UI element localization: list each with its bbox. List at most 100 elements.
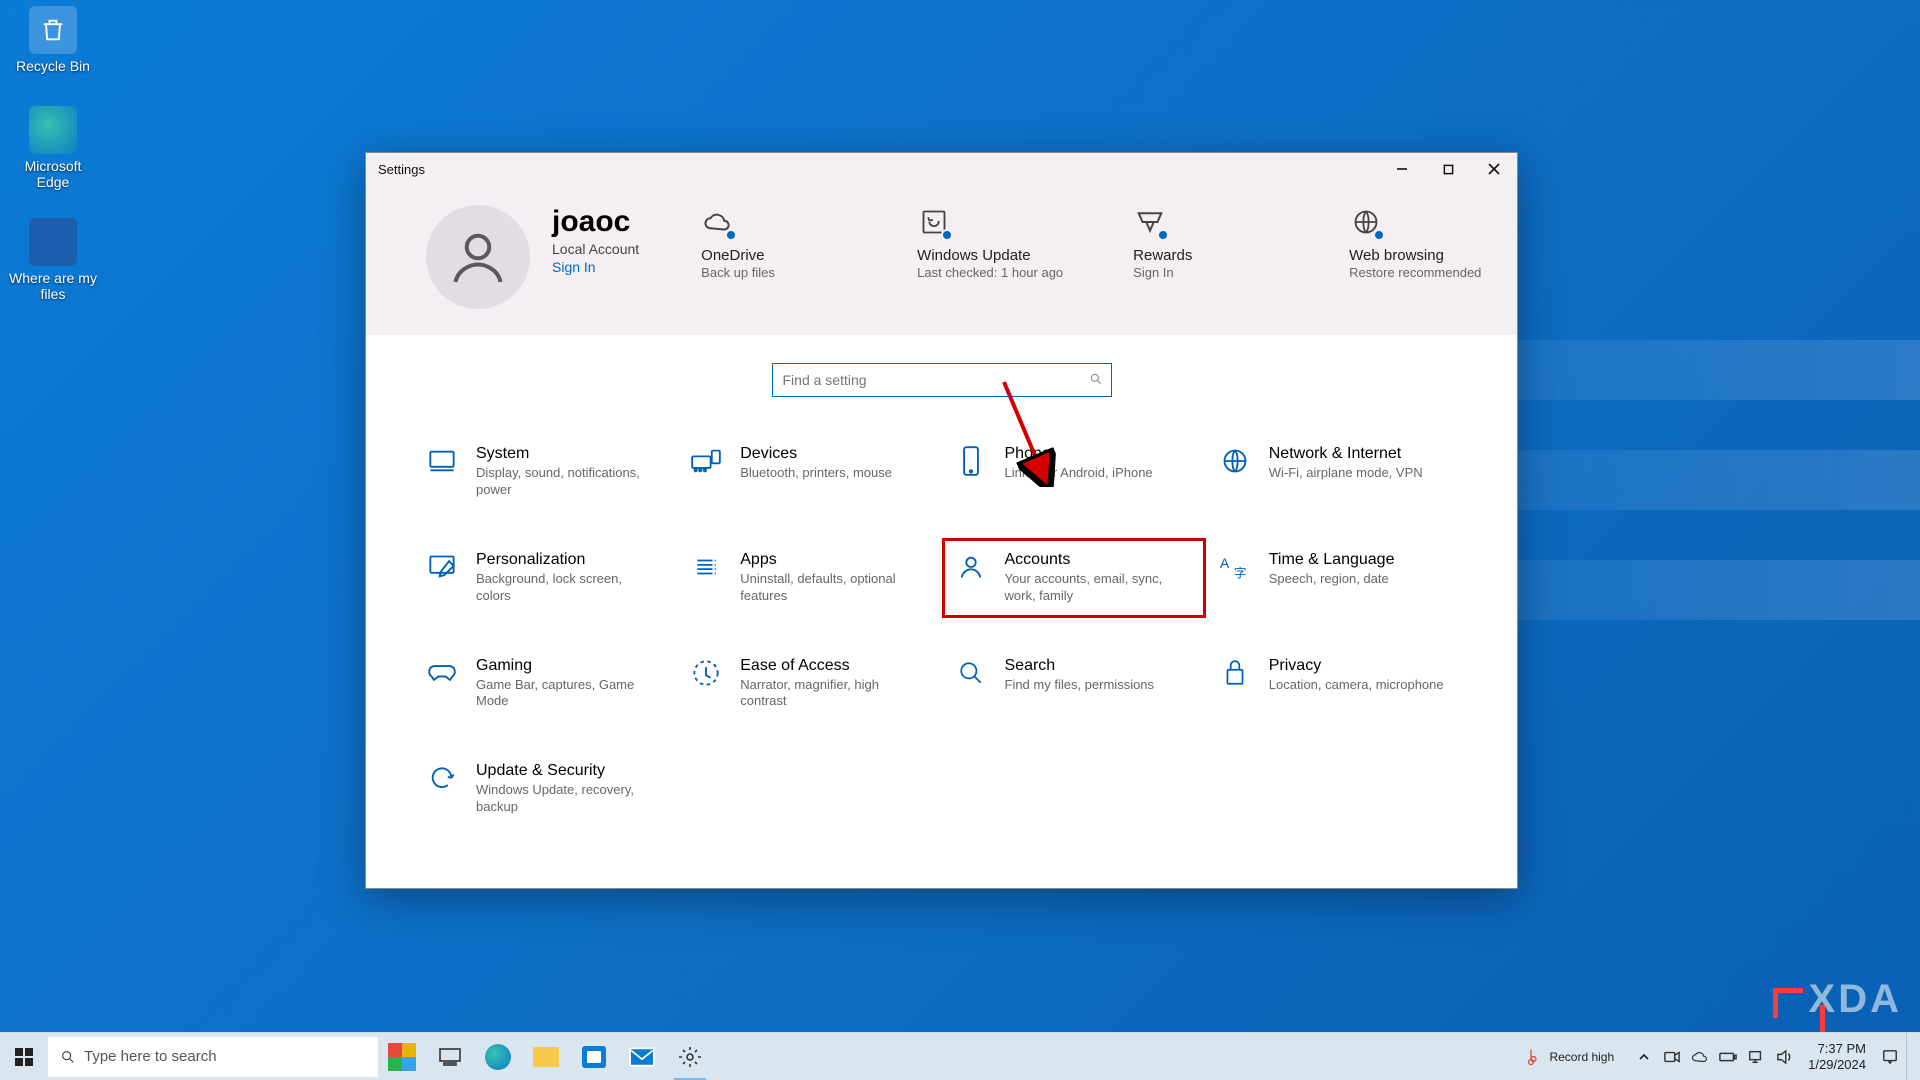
settings-categories: SystemDisplay, sound, notifications, pow…: [422, 441, 1461, 820]
desktop-icon-label: Where are my files: [8, 270, 98, 302]
taskbar-item-store[interactable]: [570, 1033, 618, 1080]
desktop-icon-microsoft-edge[interactable]: Microsoft Edge: [8, 106, 98, 190]
windows-icon: [15, 1048, 33, 1066]
devices-icon: [690, 445, 722, 477]
titlebar[interactable]: Settings: [366, 153, 1517, 185]
globe-icon: [1349, 205, 1383, 239]
svg-text:字: 字: [1234, 566, 1247, 580]
clock-date: 1/29/2024: [1808, 1057, 1866, 1073]
tray-onedrive-icon[interactable]: [1688, 1033, 1712, 1080]
category-gaming[interactable]: GamingGame Bar, captures, Game Mode: [422, 653, 668, 715]
show-desktop-button[interactable]: [1906, 1033, 1914, 1080]
category-title: Devices: [740, 445, 892, 463]
sign-in-link[interactable]: Sign In: [552, 259, 639, 275]
status-card-onedrive[interactable]: OneDrive Back up files: [701, 205, 861, 281]
globe-icon: [1219, 445, 1251, 477]
tray-chevron-up-icon[interactable]: [1632, 1033, 1656, 1080]
user-name: joaoc: [552, 205, 639, 239]
category-search[interactable]: SearchFind my files, permissions: [951, 653, 1197, 715]
taskbar-search[interactable]: Type here to search: [48, 1037, 378, 1077]
category-personalization[interactable]: PersonalizationBackground, lock screen, …: [422, 547, 668, 609]
taskbar-item-mail[interactable]: [618, 1033, 666, 1080]
category-title: Update & Security: [476, 762, 651, 780]
recycle-bin-icon: [29, 6, 77, 54]
status-card-rewards[interactable]: Rewards Sign In: [1133, 205, 1293, 281]
xda-watermark: XDA: [1773, 977, 1902, 1022]
taskbar: Type here to search Record high 7:37 PM …: [0, 1032, 1920, 1080]
gear-icon: [678, 1045, 702, 1069]
tray-network-icon[interactable]: [1744, 1033, 1768, 1080]
tray-meet-now-icon[interactable]: [1660, 1033, 1684, 1080]
avatar[interactable]: [426, 205, 530, 309]
category-ease-of-access[interactable]: Ease of AccessNarrator, magnifier, high …: [686, 653, 932, 715]
files-icon: [29, 218, 77, 266]
taskbar-item-edge[interactable]: [474, 1033, 522, 1080]
category-title: Phone: [1005, 445, 1153, 463]
desktop-icon-where-are-my-files[interactable]: Where are my files: [8, 218, 98, 302]
window-title: Settings: [378, 162, 425, 177]
close-button[interactable]: [1471, 153, 1517, 185]
category-accounts[interactable]: Accounts Your accounts, email, sync, work…: [951, 547, 1197, 609]
category-time-language[interactable]: A字 Time & LanguageSpeech, region, date: [1215, 547, 1461, 609]
desktop-icon-recycle-bin[interactable]: Recycle Bin: [8, 6, 98, 74]
search-input[interactable]: [773, 372, 1081, 388]
category-sub: Game Bar, captures, Game Mode: [476, 677, 651, 711]
status-card-title: Web browsing: [1349, 247, 1509, 264]
mail-icon: [629, 1047, 655, 1067]
tray-battery-icon[interactable]: [1716, 1033, 1740, 1080]
start-button[interactable]: [0, 1033, 48, 1080]
status-card-sub: Restore recommended: [1349, 265, 1509, 281]
tray-notifications-icon[interactable]: [1878, 1033, 1902, 1080]
tray-volume-icon[interactable]: [1772, 1033, 1796, 1080]
search-icon: [60, 1049, 76, 1065]
category-network[interactable]: Network & Internet Wi-Fi, airplane mode, …: [1215, 441, 1461, 503]
status-card-web-browsing[interactable]: Web browsing Restore recommended: [1349, 205, 1509, 281]
category-title: Accounts: [1005, 551, 1180, 569]
phone-icon: [955, 445, 987, 477]
cloud-icon: [701, 205, 735, 239]
category-title: Apps: [740, 551, 915, 569]
search-icon: [1081, 372, 1111, 389]
category-title: Network & Internet: [1269, 445, 1423, 463]
time-language-icon: A字: [1219, 551, 1251, 583]
category-sub: Bluetooth, printers, mouse: [740, 465, 892, 482]
taskbar-item-file-explorer[interactable]: [522, 1033, 570, 1080]
category-sub: Uninstall, defaults, optional features: [740, 571, 915, 605]
weather-text: Record high: [1549, 1050, 1614, 1064]
taskbar-item-puzzle[interactable]: [378, 1033, 426, 1080]
status-card-windows-update[interactable]: Windows Update Last checked: 1 hour ago: [917, 205, 1077, 281]
edge-icon: [29, 106, 77, 154]
category-sub: Background, lock screen, colors: [476, 571, 651, 605]
category-sub: Narrator, magnifier, high contrast: [740, 677, 915, 711]
store-icon: [582, 1046, 606, 1068]
taskbar-item-task-view[interactable]: [426, 1033, 474, 1080]
taskbar-item-settings[interactable]: [666, 1033, 714, 1080]
settings-search[interactable]: [772, 363, 1112, 397]
category-sub: Link your Android, iPhone: [1005, 465, 1153, 482]
taskbar-clock[interactable]: 7:37 PM 1/29/2024: [1800, 1041, 1874, 1072]
minimize-button[interactable]: [1379, 153, 1425, 185]
category-apps[interactable]: Apps Uninstall, defaults, optional featur…: [686, 547, 932, 609]
category-privacy[interactable]: PrivacyLocation, camera, microphone: [1215, 653, 1461, 715]
ease-of-access-icon: [690, 657, 722, 689]
privacy-icon: [1219, 657, 1251, 689]
category-sub: Wi-Fi, airplane mode, VPN: [1269, 465, 1423, 482]
folder-icon: [533, 1047, 559, 1067]
desktop-icon-label: Recycle Bin: [8, 58, 98, 74]
settings-body: SystemDisplay, sound, notifications, pow…: [366, 335, 1517, 888]
category-system[interactable]: SystemDisplay, sound, notifications, pow…: [422, 441, 668, 503]
category-devices[interactable]: Devices Bluetooth, printers, mouse: [686, 441, 932, 503]
search-icon: [955, 657, 987, 689]
category-update-security[interactable]: Update & SecurityWindows Update, recover…: [422, 758, 668, 820]
edge-icon: [485, 1044, 511, 1070]
apps-icon: [690, 551, 722, 583]
maximize-button[interactable]: [1425, 153, 1471, 185]
status-card-title: Rewards: [1133, 247, 1293, 264]
category-phone[interactable]: Phone Link your Android, iPhone: [951, 441, 1197, 503]
svg-text:A: A: [1220, 555, 1230, 571]
taskbar-weather[interactable]: Record high: [1515, 1047, 1620, 1067]
category-sub: Your accounts, email, sync, work, family: [1005, 571, 1180, 605]
gaming-icon: [426, 657, 458, 689]
category-title: System: [476, 445, 651, 463]
puzzle-icon: [388, 1043, 416, 1071]
